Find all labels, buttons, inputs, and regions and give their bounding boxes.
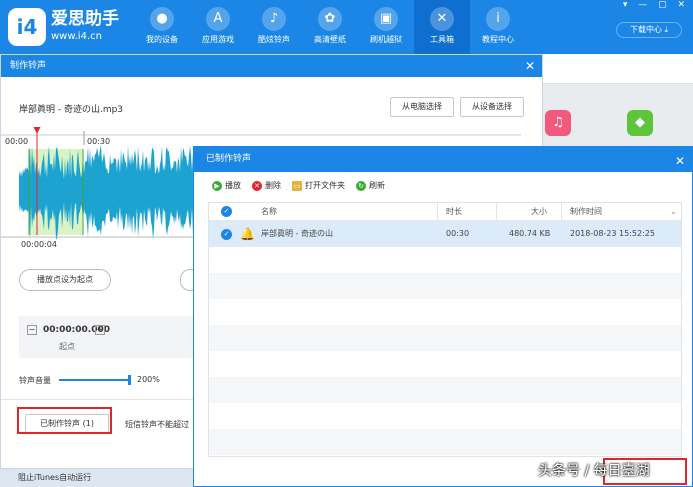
status-bar[interactable]: 阻止iTunes自动运行: [0, 469, 193, 487]
ringtone-table: ✓ 名称 时长 大小 制作时间 ⌄ ✓ 🔔 岸部眞明 - 奇迹の山 00:30 …: [208, 202, 682, 457]
refresh-button[interactable]: ↻ 刷新: [356, 180, 385, 191]
select-from-device-button[interactable]: 从设备选择: [460, 97, 524, 117]
nav-flash-jailbreak[interactable]: ▣ 刷机越狱: [358, 0, 414, 54]
column-name[interactable]: 名称: [261, 203, 277, 221]
app-store-icon: A: [206, 7, 230, 31]
music-app-icon[interactable]: ♫: [545, 110, 571, 136]
tools-icon: ✕: [430, 7, 454, 31]
set-start-point-button[interactable]: 播放点设为起点: [19, 269, 111, 291]
bell-icon: 🔔: [240, 227, 255, 241]
volume-thumb[interactable]: [128, 375, 131, 385]
empty-row: [209, 247, 681, 273]
cube-app-icon[interactable]: ◆: [627, 110, 653, 136]
brand-name: 爱思助手: [51, 9, 119, 29]
delete-button[interactable]: ✕ 删除: [252, 180, 281, 191]
bell-icon: ♪: [262, 7, 286, 31]
app-logo: i4: [8, 8, 46, 46]
chevron-down-icon[interactable]: ⌄: [670, 203, 677, 221]
start-label: 起点: [59, 342, 75, 351]
cursor-time: 00:00:04: [21, 240, 57, 249]
increment-button[interactable]: +: [95, 325, 105, 335]
brand: 爱思助手 www.i4.cn: [51, 8, 119, 43]
table-header: ✓ 名称 时长 大小 制作时间 ⌄: [209, 203, 681, 221]
window-controls[interactable]: ▾ — ▢ ✕: [623, 0, 689, 10]
nav-ringtones[interactable]: ♪ 酷炫铃声: [246, 0, 302, 54]
divider: [1, 399, 194, 400]
dialog-title-bar: 已制作铃声 ✕: [194, 147, 692, 172]
row-name: 岸部眞明 - 奇迹の山: [261, 229, 333, 238]
select-all-checkbox[interactable]: ✓: [221, 206, 232, 217]
decrement-button[interactable]: −: [27, 325, 37, 335]
empty-row: [209, 325, 681, 351]
highlight-box-made-button: [17, 407, 112, 434]
column-created[interactable]: 制作时间: [570, 203, 602, 221]
watermark: 头条号 / 每日臺湖: [538, 463, 650, 479]
brand-url: www.i4.cn: [51, 31, 102, 42]
column-size[interactable]: 大小: [531, 203, 547, 221]
nav-apps-games[interactable]: A 应用游戏: [190, 0, 246, 54]
folder-icon: ▭: [292, 180, 302, 191]
table-row[interactable]: ✓ 🔔 岸部眞明 - 奇迹の山 00:30 480.74 KB 2018-08-…: [209, 221, 681, 247]
info-icon: i: [486, 7, 510, 31]
row-size: 480.74 KB: [509, 229, 551, 238]
refresh-icon: ↻: [356, 180, 366, 191]
dialog-title-bar: 制作铃声 ✕: [1, 55, 542, 77]
volume-label: 铃声音量: [19, 376, 51, 385]
row-duration: 00:30: [446, 229, 470, 238]
empty-row: [209, 299, 681, 325]
delete-icon: ✕: [252, 180, 262, 191]
start-point-panel: − 00:00:00.000 + 起点: [19, 316, 194, 358]
nav-my-device[interactable]: ● 我的设备: [134, 0, 190, 54]
volume-fill: [59, 379, 131, 381]
nav-wallpapers[interactable]: ✿ 高清壁纸: [302, 0, 358, 54]
flower-icon: ✿: [318, 7, 342, 31]
nav-toolbox[interactable]: ✕ 工具箱: [414, 0, 470, 54]
list-toolbar: ▶ 播放 ✕ 删除 ▭ 打开文件夹 ↻ 刷新: [212, 180, 385, 191]
top-bar: i4 爱思助手 www.i4.cn ● 我的设备 A 应用游戏 ♪ 酷炫铃声 ✿ 高清壁…: [0, 0, 693, 54]
apple-icon: ●: [150, 7, 174, 31]
empty-row: [209, 273, 681, 299]
main-nav: ● 我的设备 A 应用游戏 ♪ 酷炫铃声 ✿ 高清壁纸 ▣ 刷机越狱 ✕ 工具箱 i 教程中心: [134, 0, 526, 54]
nav-tutorials[interactable]: i 教程中心: [470, 0, 526, 54]
sms-ringtone-note: 短信铃声不能超过: [125, 420, 189, 429]
volume-value: 200%: [137, 375, 160, 384]
dialog-title: 已制作铃声: [206, 154, 252, 164]
row-checkbox[interactable]: ✓: [221, 229, 232, 240]
made-ringtones-dialog: 已制作铃声 ✕ ▶ 播放 ✕ 删除 ▭ 打开文件夹 ↻ 刷新 ✓ 名称 时长 大小 制作…: [193, 146, 693, 487]
dialog-title: 制作铃声: [10, 61, 47, 71]
open-folder-button[interactable]: ▭ 打开文件夹: [292, 180, 345, 191]
select-from-pc-button[interactable]: 从电脑选择: [390, 97, 454, 117]
itunes-toggle-text: 阻止iTunes自动运行: [18, 473, 92, 482]
volume-slider[interactable]: [59, 375, 131, 385]
box-icon: ▣: [374, 7, 398, 31]
empty-row: [209, 429, 681, 455]
row-created: 2018-08-23 15:52:25: [570, 229, 655, 238]
column-duration[interactable]: 时长: [446, 203, 462, 221]
empty-row: [209, 377, 681, 403]
close-icon[interactable]: ✕: [675, 149, 685, 174]
empty-row: [209, 403, 681, 429]
close-icon[interactable]: ✕: [525, 55, 535, 77]
play-button[interactable]: ▶ 播放: [212, 180, 241, 191]
download-center-button[interactable]: 下载中心 ⤓: [616, 22, 682, 38]
empty-row: [209, 351, 681, 377]
play-icon: ▶: [212, 180, 222, 191]
background-panel: [543, 54, 693, 84]
file-name: 岸部眞明 - 奇迹の山.mp3: [19, 105, 124, 115]
